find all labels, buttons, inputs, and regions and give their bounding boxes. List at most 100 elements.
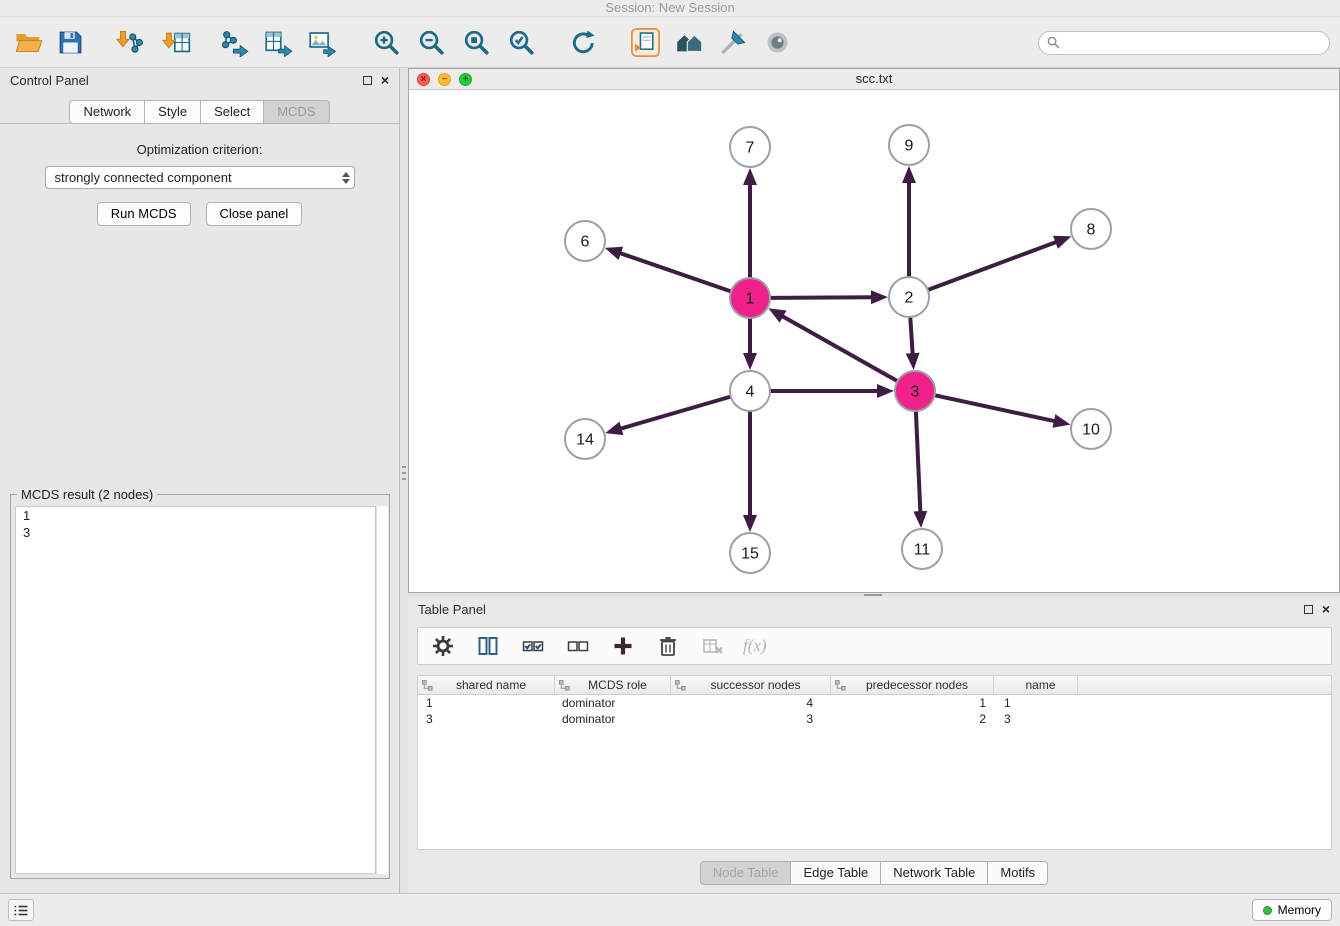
control-panel-tabs: Network Style Select MCDS bbox=[0, 100, 399, 124]
graph-edge-2-3[interactable] bbox=[910, 318, 912, 354]
file-group bbox=[10, 24, 88, 62]
show-columns-button[interactable] bbox=[473, 630, 503, 662]
zoom-out-button[interactable] bbox=[413, 24, 449, 62]
create-column-button[interactable] bbox=[608, 630, 638, 662]
result-item[interactable]: 3 bbox=[16, 524, 375, 541]
result-list-scrollbar[interactable] bbox=[376, 506, 388, 874]
memory-label: Memory bbox=[1278, 903, 1321, 917]
export-image-button[interactable] bbox=[304, 24, 340, 62]
style-brush-button[interactable] bbox=[715, 24, 751, 62]
network-document-icon bbox=[631, 28, 660, 57]
show-panels-button[interactable] bbox=[8, 899, 34, 921]
refresh-layout-button[interactable] bbox=[565, 24, 601, 62]
cell-mcds-role[interactable]: dominator bbox=[555, 695, 671, 711]
minimize-window-icon[interactable] bbox=[438, 73, 451, 86]
open-session-button[interactable] bbox=[10, 24, 46, 62]
tab-select[interactable]: Select bbox=[201, 100, 264, 124]
cell-successor-nodes[interactable]: 4 bbox=[671, 695, 831, 711]
mcds-result-list[interactable]: 1 3 bbox=[15, 506, 376, 874]
column-header-mcds-role[interactable]: MCDS role bbox=[555, 676, 671, 695]
cell-name[interactable]: 3 bbox=[994, 711, 1078, 727]
network-canvas[interactable]: 7968124314101511 bbox=[409, 90, 1339, 592]
result-item[interactable]: 1 bbox=[16, 507, 375, 524]
export-network-button[interactable] bbox=[216, 24, 252, 62]
graph-node-label: 8 bbox=[1087, 222, 1096, 239]
graph-node-label: 9 bbox=[905, 138, 914, 155]
column-header-name[interactable]: name bbox=[994, 676, 1078, 695]
gear-icon bbox=[432, 635, 454, 657]
maximize-window-icon[interactable] bbox=[459, 73, 472, 86]
delete-table-button[interactable] bbox=[698, 630, 728, 662]
column-type-icon bbox=[675, 680, 686, 691]
zoom-selected-button[interactable] bbox=[503, 24, 539, 62]
node-table: shared name MCDS role successor nodes pr… bbox=[417, 675, 1332, 850]
memory-button[interactable]: Memory bbox=[1252, 899, 1332, 921]
zoom-group bbox=[368, 24, 539, 62]
cell-predecessor-nodes[interactable]: 1 bbox=[831, 695, 994, 711]
tab-edge-table[interactable]: Edge Table bbox=[791, 861, 881, 885]
table-row[interactable]: 3 dominator 3 2 3 bbox=[418, 711, 1331, 727]
float-panel-icon[interactable] bbox=[363, 76, 372, 85]
close-panel-button[interactable]: Close panel bbox=[206, 202, 303, 226]
save-session-button[interactable] bbox=[52, 24, 88, 62]
column-header-shared-name[interactable]: shared name bbox=[418, 676, 555, 695]
zoom-in-button[interactable] bbox=[368, 24, 404, 62]
control-panel-title: Control Panel bbox=[10, 73, 89, 88]
tab-node-table[interactable]: Node Table bbox=[700, 861, 792, 885]
graph-edge-3-11[interactable] bbox=[916, 412, 920, 512]
tab-motifs[interactable]: Motifs bbox=[988, 861, 1048, 885]
graph-node-label: 4 bbox=[746, 384, 755, 401]
tab-network-table[interactable]: Network Table bbox=[881, 861, 988, 885]
network-graph[interactable]: 7968124314101511 bbox=[409, 90, 1339, 592]
import-table-button[interactable] bbox=[158, 24, 194, 62]
vertical-splitter[interactable] bbox=[400, 68, 408, 893]
select-all-columns-button[interactable] bbox=[518, 630, 548, 662]
table-row[interactable]: 1 dominator 4 1 1 bbox=[418, 695, 1331, 711]
home-views-button[interactable] bbox=[671, 24, 707, 62]
cell-name[interactable]: 1 bbox=[994, 695, 1078, 711]
import-table-icon bbox=[162, 28, 191, 57]
status-bar: Memory bbox=[0, 893, 1340, 926]
graph-edge-2-8[interactable] bbox=[929, 242, 1057, 290]
cell-shared-name[interactable]: 3 bbox=[418, 711, 555, 727]
search-input[interactable] bbox=[1065, 36, 1321, 50]
close-window-icon[interactable] bbox=[417, 73, 430, 86]
import-network-button[interactable] bbox=[112, 24, 148, 62]
network-document-button[interactable] bbox=[627, 24, 663, 62]
cell-mcds-role[interactable]: dominator bbox=[555, 711, 671, 727]
cell-predecessor-nodes[interactable]: 2 bbox=[831, 711, 994, 727]
export-table-button[interactable] bbox=[260, 24, 296, 62]
column-type-icon bbox=[422, 680, 433, 691]
graph-edge-4-14[interactable] bbox=[621, 397, 730, 429]
column-header-predecessor-nodes[interactable]: predecessor nodes bbox=[831, 676, 994, 695]
birdseye-view-button[interactable] bbox=[759, 24, 795, 62]
delete-column-button[interactable] bbox=[653, 630, 683, 662]
control-panel-window-buttons bbox=[363, 75, 389, 85]
graph-edge-1-6[interactable] bbox=[620, 253, 730, 291]
graph-edge-3-10[interactable] bbox=[936, 395, 1055, 421]
graph-node-label: 2 bbox=[905, 290, 914, 307]
cell-successor-nodes[interactable]: 3 bbox=[671, 711, 831, 727]
tab-style[interactable]: Style bbox=[145, 100, 201, 124]
save-floppy-icon bbox=[56, 28, 85, 57]
float-panel-icon[interactable] bbox=[1304, 605, 1313, 614]
export-image-icon bbox=[308, 28, 337, 57]
close-panel-icon[interactable] bbox=[1322, 604, 1330, 614]
column-type-icon bbox=[835, 680, 846, 691]
import-group bbox=[112, 24, 194, 62]
table-settings-button[interactable] bbox=[428, 630, 458, 662]
graph-edge-1-2[interactable] bbox=[771, 297, 872, 298]
tab-network[interactable]: Network bbox=[69, 100, 145, 124]
graph-node-label: 7 bbox=[746, 140, 755, 157]
unselect-all-columns-button[interactable] bbox=[563, 630, 593, 662]
cell-shared-name[interactable]: 1 bbox=[418, 695, 555, 711]
optimization-criterion-select[interactable]: strongly connected component bbox=[45, 166, 355, 189]
column-header-successor-nodes[interactable]: successor nodes bbox=[671, 676, 831, 695]
tab-mcds[interactable]: MCDS bbox=[264, 100, 329, 124]
zoom-fit-button[interactable] bbox=[458, 24, 494, 62]
close-panel-icon[interactable] bbox=[381, 75, 389, 85]
search-box bbox=[1038, 31, 1330, 55]
graph-edge-3-1[interactable] bbox=[782, 316, 896, 381]
run-mcds-button[interactable]: Run MCDS bbox=[97, 202, 191, 226]
function-builder-button[interactable]: f(x) bbox=[743, 630, 767, 662]
